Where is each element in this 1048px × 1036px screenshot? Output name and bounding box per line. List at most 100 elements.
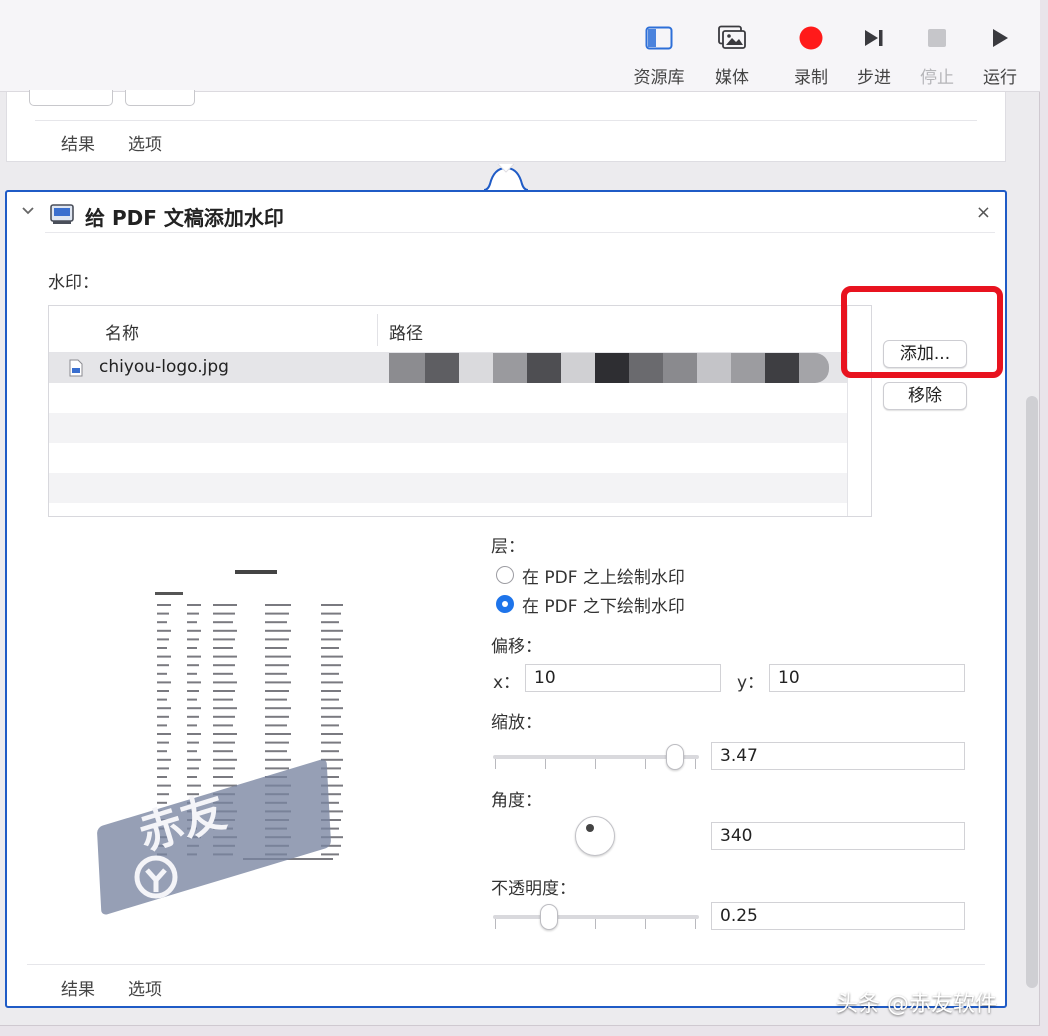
preview-text-line	[187, 707, 201, 710]
media-icon	[717, 22, 747, 53]
preview-text-line	[157, 604, 171, 606]
divider	[45, 232, 995, 233]
layer-above-label[interactable]: 在 PDF 之上绘制水印	[522, 563, 685, 588]
image-file-icon	[69, 359, 83, 377]
step-label: 步进	[857, 68, 891, 88]
table-row	[49, 443, 847, 473]
angle-input[interactable]: 340	[711, 822, 965, 850]
opacity-slider-knob[interactable]	[540, 904, 558, 930]
preview-text-line	[187, 776, 197, 778]
preview-text-line	[213, 638, 235, 641]
preview-text-line	[321, 750, 339, 753]
record-label: 录制	[794, 68, 828, 88]
preview-text-line	[157, 612, 169, 615]
watermark-table[interactable]: 名称 路径 chiyou-logo.jpg	[48, 305, 872, 517]
preview-text-line	[321, 664, 341, 667]
previous-remove-button[interactable]	[125, 90, 195, 106]
preview-text-line	[265, 647, 287, 649]
preview-text-line	[187, 758, 201, 761]
step-button[interactable]: 步进	[842, 22, 906, 88]
preview-text-line	[157, 681, 171, 684]
preview-text-line	[321, 604, 343, 606]
preview-text-line	[187, 690, 199, 692]
preview-text-line	[157, 784, 171, 787]
scale-input[interactable]: 3.47	[711, 742, 965, 770]
preview-text-line	[187, 672, 197, 675]
scale-slider[interactable]	[493, 742, 699, 772]
media-button[interactable]: 媒体	[700, 22, 764, 88]
column-divider	[377, 314, 378, 346]
preview-text-line	[265, 715, 289, 718]
preview-text-line	[187, 698, 197, 701]
preview-text-line	[321, 741, 341, 744]
run-icon	[989, 22, 1011, 53]
opacity-label: 不透明度：	[491, 879, 576, 899]
preview-text-line	[213, 767, 235, 770]
offset-y-label: y：	[737, 673, 765, 693]
run-button[interactable]: 运行	[968, 22, 1032, 88]
preview-text-line	[157, 672, 167, 675]
preview-text-line	[265, 672, 287, 675]
preview-text-line	[265, 690, 289, 692]
preview-text-line	[157, 724, 167, 727]
upper-tab-results[interactable]: 结果	[61, 130, 95, 155]
opacity-slider[interactable]	[493, 902, 699, 932]
preview-text-line	[321, 621, 339, 624]
preview-text-line	[213, 707, 237, 710]
previous-add-button[interactable]	[29, 90, 113, 106]
divider	[27, 964, 985, 965]
preview-text-line	[157, 776, 167, 778]
preview-text-line	[265, 604, 291, 606]
preview-text-line	[213, 621, 233, 624]
preview-text-line	[213, 690, 235, 692]
offset-y-input[interactable]: 10	[769, 664, 965, 692]
tab-options[interactable]: 选项	[128, 975, 162, 1000]
stop-button[interactable]: 停止	[905, 22, 969, 88]
preview-text-line	[213, 698, 233, 701]
close-icon[interactable]: ×	[976, 202, 991, 223]
preview-text-line	[187, 681, 201, 684]
preview-text-line	[157, 647, 167, 649]
preview-text-line	[213, 672, 233, 675]
remove-watermark-button[interactable]: 移除	[883, 382, 967, 410]
upper-tab-options[interactable]: 选项	[128, 130, 162, 155]
workflow-connector	[484, 163, 528, 191]
layer-above-radio[interactable]	[496, 566, 514, 584]
layer-below-radio[interactable]	[496, 595, 514, 613]
preview-text-line	[265, 681, 291, 684]
offset-x-input[interactable]: 10	[525, 664, 721, 692]
preview-text-line	[321, 681, 343, 684]
record-button[interactable]: 录制	[779, 22, 843, 88]
preview-text-line	[265, 758, 291, 761]
preview-text-line	[213, 724, 233, 727]
preview-text-line	[157, 715, 169, 718]
preview-text-line	[265, 767, 289, 770]
preview-text-line	[321, 853, 339, 856]
preview-text-line	[157, 698, 167, 701]
vertical-scrollbar[interactable]	[1026, 396, 1038, 988]
preview-text-line	[157, 638, 169, 641]
preview-text-line	[213, 629, 237, 632]
divider	[35, 120, 977, 121]
preview-text-line	[213, 758, 237, 761]
layer-label: 层：	[491, 537, 525, 557]
scale-slider-knob[interactable]	[666, 744, 684, 770]
preview-text-line	[321, 629, 343, 632]
offset-label: 偏移：	[491, 637, 542, 657]
column-path[interactable]: 路径	[389, 319, 423, 344]
preview-text-line	[187, 750, 197, 753]
angle-label: 角度：	[491, 791, 542, 811]
column-name[interactable]: 名称	[105, 319, 139, 344]
watermark-label: 水印：	[48, 273, 99, 293]
chevron-down-icon[interactable]	[21, 206, 35, 216]
angle-dial[interactable]	[575, 816, 615, 856]
layer-below-label[interactable]: 在 PDF 之下绘制水印	[522, 592, 685, 617]
table-row[interactable]: chiyou-logo.jpg	[49, 353, 847, 383]
opacity-input[interactable]: 0.25	[711, 902, 965, 930]
preview-text-line	[157, 733, 171, 735]
preview-text-line	[187, 604, 201, 606]
tab-results[interactable]: 结果	[61, 975, 95, 1000]
preview-text-line	[187, 612, 199, 615]
library-button[interactable]: 资源库	[627, 22, 691, 88]
preview-text-line	[187, 715, 199, 718]
